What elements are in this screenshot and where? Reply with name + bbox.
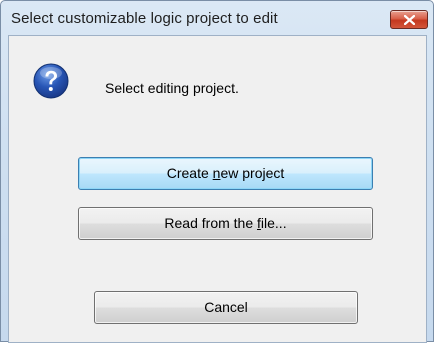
create-label-part1: Create: [166, 165, 213, 181]
title-bar[interactable]: Select customizable logic project to edi…: [1, 1, 433, 35]
cancel-button[interactable]: Cancel: [94, 291, 358, 324]
read-from-file-button[interactable]: Read from the file...: [78, 207, 373, 240]
close-icon: [404, 15, 415, 25]
window-title: Select customizable logic project to edi…: [11, 10, 278, 27]
question-icon: [33, 63, 69, 99]
dialog-window: Select customizable logic project to edi…: [0, 0, 434, 343]
read-label-part1: Read from the: [164, 215, 258, 231]
dialog-body: Select editing project. Create new proje…: [8, 35, 427, 343]
create-new-project-button[interactable]: Create new project: [78, 157, 373, 190]
dialog-message: Select editing project.: [105, 80, 239, 96]
close-button[interactable]: [390, 10, 428, 29]
create-label-part2: ew project: [220, 165, 285, 181]
read-label-part2: ile...: [260, 215, 287, 231]
